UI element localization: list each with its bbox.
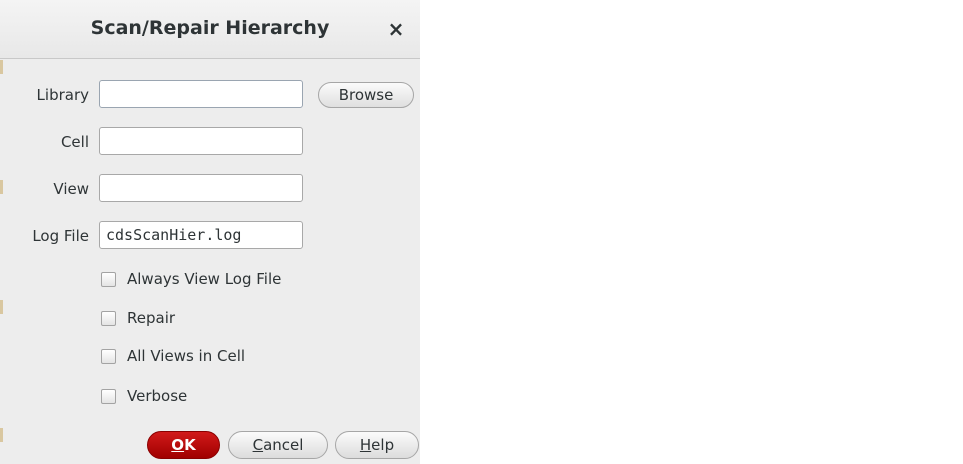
view-label: View: [53, 180, 89, 198]
always-view-log-option[interactable]: Always View Log File: [101, 268, 281, 290]
browse-button[interactable]: Browse: [318, 82, 414, 108]
scan-repair-dialog: Scan/Repair Hierarchy × Library Browse C…: [0, 0, 420, 464]
library-label: Library: [36, 86, 89, 104]
verbose-option[interactable]: Verbose: [101, 385, 187, 407]
dialog-title: Scan/Repair Hierarchy: [90, 17, 330, 39]
all-views-checkbox[interactable]: [101, 348, 116, 364]
close-icon[interactable]: ×: [385, 17, 407, 41]
cancel-label-rest: ancel: [263, 436, 304, 454]
verbose-checkbox[interactable]: [101, 388, 116, 404]
help-label-rest: elp: [371, 436, 395, 454]
title-bar: Scan/Repair Hierarchy ×: [0, 0, 420, 59]
window-edge-mark: [0, 300, 3, 314]
ok-button[interactable]: OK: [147, 431, 220, 459]
repair-label: Repair: [127, 309, 176, 327]
window-edge-mark: [0, 60, 3, 74]
all-views-option[interactable]: All Views in Cell: [101, 345, 245, 367]
verbose-label: Verbose: [127, 387, 188, 405]
repair-option[interactable]: Repair: [101, 307, 175, 329]
help-button[interactable]: Help: [335, 431, 419, 459]
log-file-field[interactable]: [99, 221, 303, 249]
cancel-button[interactable]: Cancel: [228, 431, 328, 459]
always-view-log-checkbox[interactable]: [101, 271, 116, 287]
all-views-label: All Views in Cell: [127, 347, 246, 365]
repair-checkbox[interactable]: [101, 310, 116, 326]
ok-label-rest: K: [184, 436, 196, 454]
ok-mnemonic: O: [171, 436, 185, 454]
log-file-label: Log File: [32, 227, 89, 245]
library-field[interactable]: [99, 80, 303, 108]
always-view-log-label: Always View Log File: [127, 270, 282, 288]
help-mnemonic: H: [359, 436, 372, 454]
cell-field[interactable]: [99, 127, 303, 155]
cell-label: Cell: [60, 133, 89, 151]
view-field[interactable]: [99, 174, 303, 202]
cancel-mnemonic: C: [252, 436, 264, 454]
window-edge-mark: [0, 428, 3, 442]
